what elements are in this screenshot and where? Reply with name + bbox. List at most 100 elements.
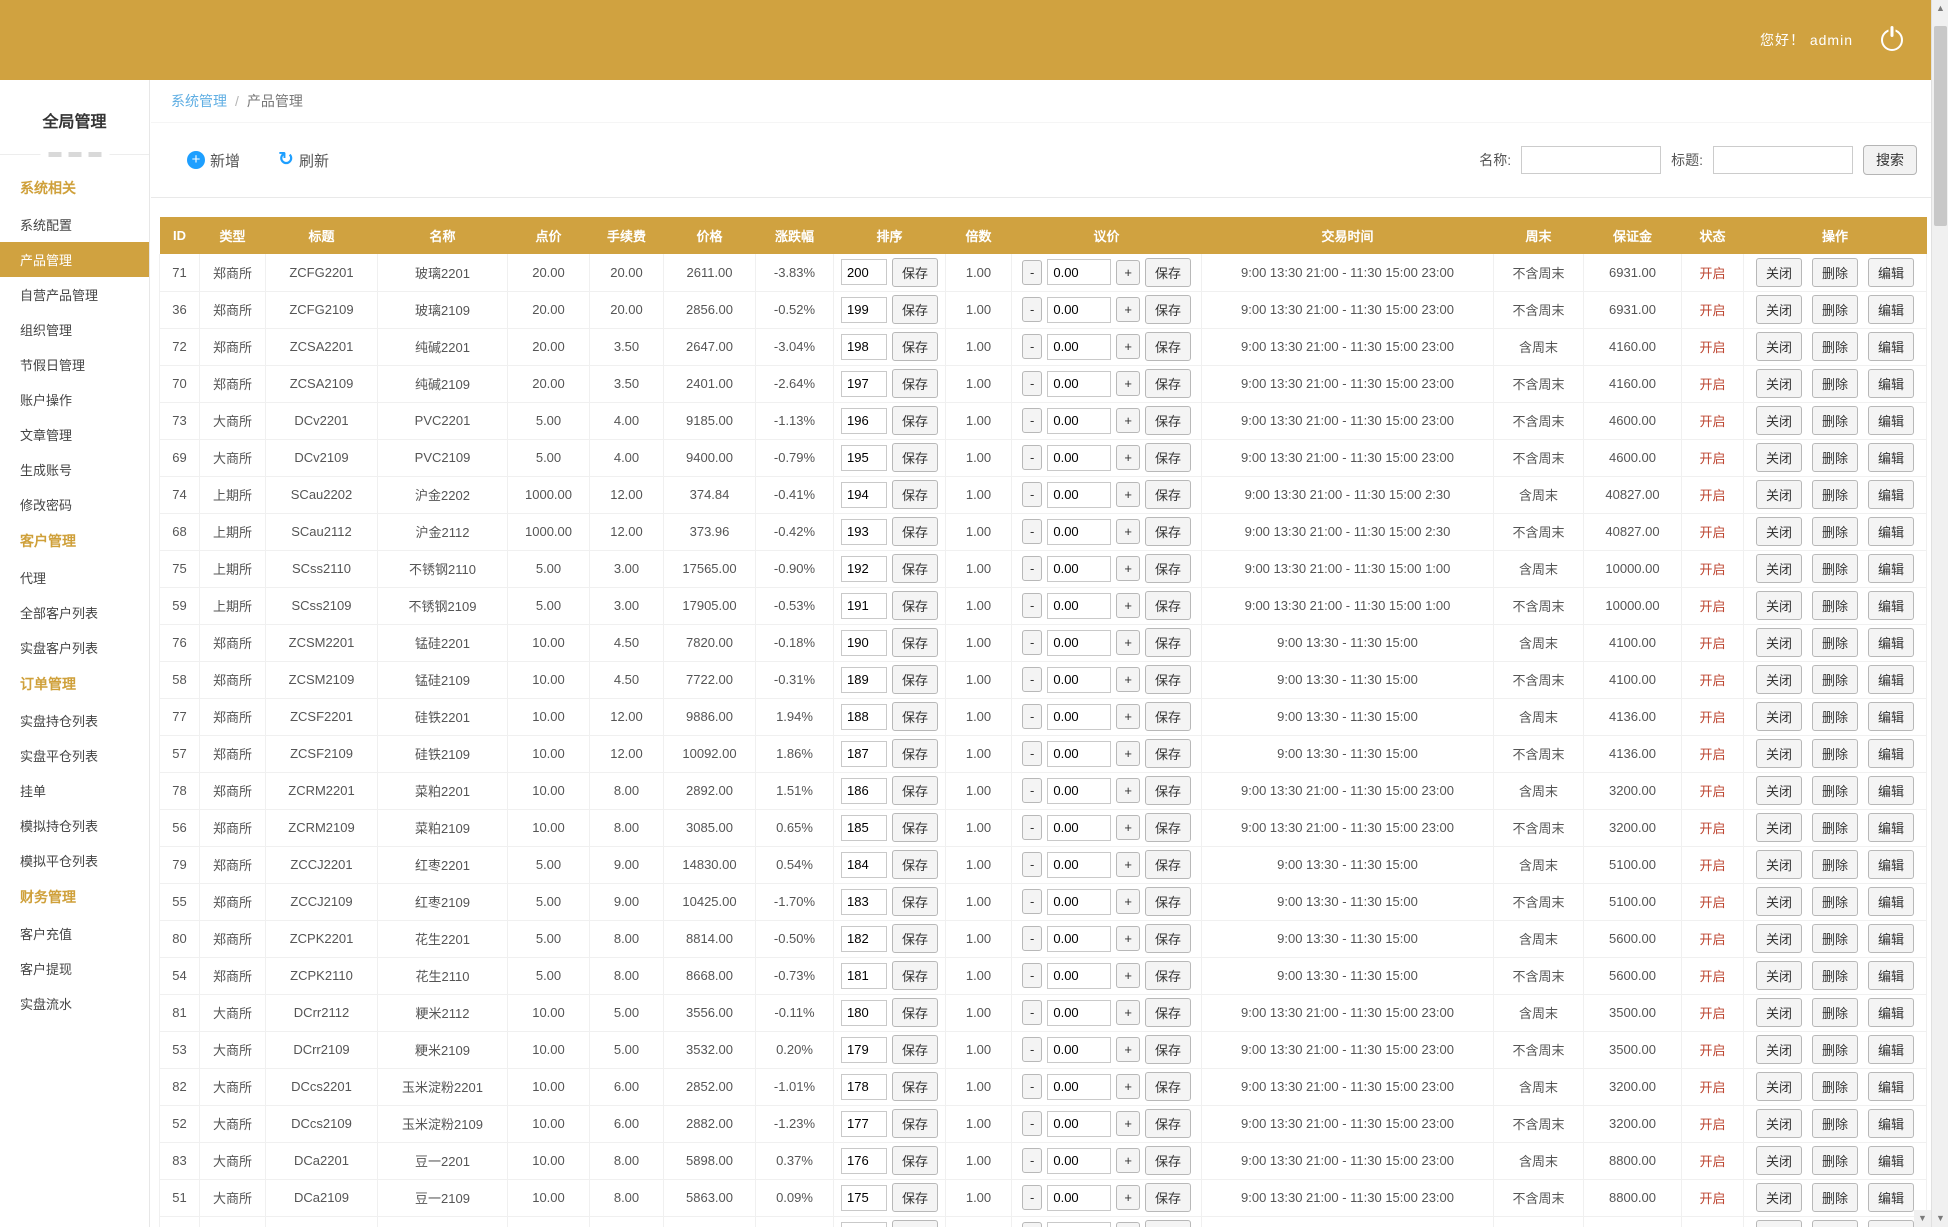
bargain-minus-button[interactable]: - (1022, 778, 1042, 803)
sort-save-button[interactable]: 保存 (892, 998, 938, 1027)
delete-button[interactable]: 删除 (1812, 1109, 1858, 1138)
bargain-minus-button[interactable]: - (1022, 593, 1042, 618)
bargain-save-button[interactable]: 保存 (1145, 850, 1191, 879)
sort-input[interactable] (841, 1111, 887, 1137)
sort-input[interactable] (841, 1037, 887, 1063)
bargain-input[interactable] (1047, 1222, 1111, 1227)
delete-button[interactable]: 删除 (1812, 369, 1858, 398)
delete-button[interactable]: 删除 (1812, 702, 1858, 731)
sidebar-item-系统配置[interactable]: 系统配置 (0, 207, 149, 242)
delete-button[interactable]: 删除 (1812, 1220, 1858, 1227)
sort-save-button[interactable]: 保存 (892, 961, 938, 990)
sort-save-button[interactable]: 保存 (892, 517, 938, 546)
bargain-input[interactable] (1047, 259, 1111, 285)
sidebar-item-组织管理[interactable]: 组织管理 (0, 312, 149, 347)
edit-button[interactable]: 编辑 (1868, 554, 1914, 583)
bargain-save-button[interactable]: 保存 (1145, 369, 1191, 398)
sidebar-item-实盘流水[interactable]: 实盘流水 (0, 986, 149, 1021)
bargain-plus-button[interactable]: + (1116, 260, 1140, 285)
search-button[interactable]: 搜索 (1863, 145, 1917, 175)
bargain-minus-button[interactable]: - (1022, 334, 1042, 359)
edit-button[interactable]: 编辑 (1868, 998, 1914, 1027)
bargain-minus-button[interactable]: - (1022, 260, 1042, 285)
close-button[interactable]: 关闭 (1756, 480, 1802, 509)
delete-button[interactable]: 删除 (1812, 517, 1858, 546)
sort-input[interactable] (841, 519, 887, 545)
bargain-plus-button[interactable]: + (1116, 963, 1140, 988)
delete-button[interactable]: 删除 (1812, 591, 1858, 620)
bargain-plus-button[interactable]: + (1116, 1222, 1140, 1227)
edit-button[interactable]: 编辑 (1868, 1183, 1914, 1212)
sort-input[interactable] (841, 852, 887, 878)
bargain-save-button[interactable]: 保存 (1145, 480, 1191, 509)
close-button[interactable]: 关闭 (1756, 406, 1802, 435)
close-button[interactable]: 关闭 (1756, 369, 1802, 398)
sort-input[interactable] (841, 667, 887, 693)
delete-button[interactable]: 删除 (1812, 998, 1858, 1027)
bargain-input[interactable] (1047, 334, 1111, 360)
close-button[interactable]: 关闭 (1756, 998, 1802, 1027)
sort-input[interactable] (841, 889, 887, 915)
bargain-minus-button[interactable]: - (1022, 1111, 1042, 1136)
close-button[interactable]: 关闭 (1756, 702, 1802, 731)
sidebar-item-文章管理[interactable]: 文章管理 (0, 417, 149, 452)
bargain-plus-button[interactable]: + (1116, 593, 1140, 618)
edit-button[interactable]: 编辑 (1868, 887, 1914, 916)
bargain-plus-button[interactable]: + (1116, 408, 1140, 433)
bargain-input[interactable] (1047, 556, 1111, 582)
bargain-input[interactable] (1047, 815, 1111, 841)
close-button[interactable]: 关闭 (1756, 665, 1802, 694)
bargain-input[interactable] (1047, 593, 1111, 619)
bargain-plus-button[interactable]: + (1116, 704, 1140, 729)
bargain-minus-button[interactable]: - (1022, 482, 1042, 507)
sort-save-button[interactable]: 保存 (892, 628, 938, 657)
sidebar-item-代理[interactable]: 代理 (0, 560, 149, 595)
sort-input[interactable] (841, 334, 887, 360)
sort-save-button[interactable]: 保存 (892, 887, 938, 916)
name-filter-input[interactable] (1521, 146, 1661, 174)
refresh-button[interactable]: ↻ 刷新 (278, 150, 329, 171)
sort-input[interactable] (841, 408, 887, 434)
edit-button[interactable]: 编辑 (1868, 406, 1914, 435)
bargain-minus-button[interactable]: - (1022, 667, 1042, 692)
bargain-save-button[interactable]: 保存 (1145, 332, 1191, 361)
edit-button[interactable]: 编辑 (1868, 850, 1914, 879)
close-button[interactable]: 关闭 (1756, 739, 1802, 768)
sort-save-button[interactable]: 保存 (892, 369, 938, 398)
sort-save-button[interactable]: 保存 (892, 813, 938, 842)
edit-button[interactable]: 编辑 (1868, 295, 1914, 324)
delete-button[interactable]: 删除 (1812, 406, 1858, 435)
bargain-save-button[interactable]: 保存 (1145, 961, 1191, 990)
bargain-minus-button[interactable]: - (1022, 815, 1042, 840)
bargain-save-button[interactable]: 保存 (1145, 406, 1191, 435)
edit-button[interactable]: 编辑 (1868, 813, 1914, 842)
sort-input[interactable] (841, 704, 887, 730)
bargain-minus-button[interactable]: - (1022, 519, 1042, 544)
sidebar-item-挂单[interactable]: 挂单 (0, 773, 149, 808)
bargain-minus-button[interactable]: - (1022, 408, 1042, 433)
sidebar-item-自营产品管理[interactable]: 自营产品管理 (0, 277, 149, 312)
sort-input[interactable] (841, 259, 887, 285)
sort-input[interactable] (841, 778, 887, 804)
sidebar-item-产品管理[interactable]: 产品管理 (0, 242, 149, 277)
sidebar-item-模拟持仓列表[interactable]: 模拟持仓列表 (0, 808, 149, 843)
sort-save-button[interactable]: 保存 (892, 591, 938, 620)
close-button[interactable]: 关闭 (1756, 850, 1802, 879)
close-button[interactable]: 关闭 (1756, 554, 1802, 583)
close-button[interactable]: 关闭 (1756, 1146, 1802, 1175)
bargain-minus-button[interactable]: - (1022, 704, 1042, 729)
close-button[interactable]: 关闭 (1756, 924, 1802, 953)
delete-button[interactable]: 删除 (1812, 1183, 1858, 1212)
sort-save-button[interactable]: 保存 (892, 480, 938, 509)
bargain-minus-button[interactable]: - (1022, 371, 1042, 396)
delete-button[interactable]: 删除 (1812, 776, 1858, 805)
scroll-down-arrow[interactable]: ▼ (1932, 1210, 1948, 1227)
bargain-plus-button[interactable]: + (1116, 926, 1140, 951)
bargain-minus-button[interactable]: - (1022, 630, 1042, 655)
bargain-input[interactable] (1047, 1111, 1111, 1137)
close-button[interactable]: 关闭 (1756, 1220, 1802, 1227)
edit-button[interactable]: 编辑 (1868, 1220, 1914, 1227)
logout-power-icon[interactable] (1881, 29, 1903, 51)
sort-save-button[interactable]: 保存 (892, 1183, 938, 1212)
bargain-input[interactable] (1047, 852, 1111, 878)
